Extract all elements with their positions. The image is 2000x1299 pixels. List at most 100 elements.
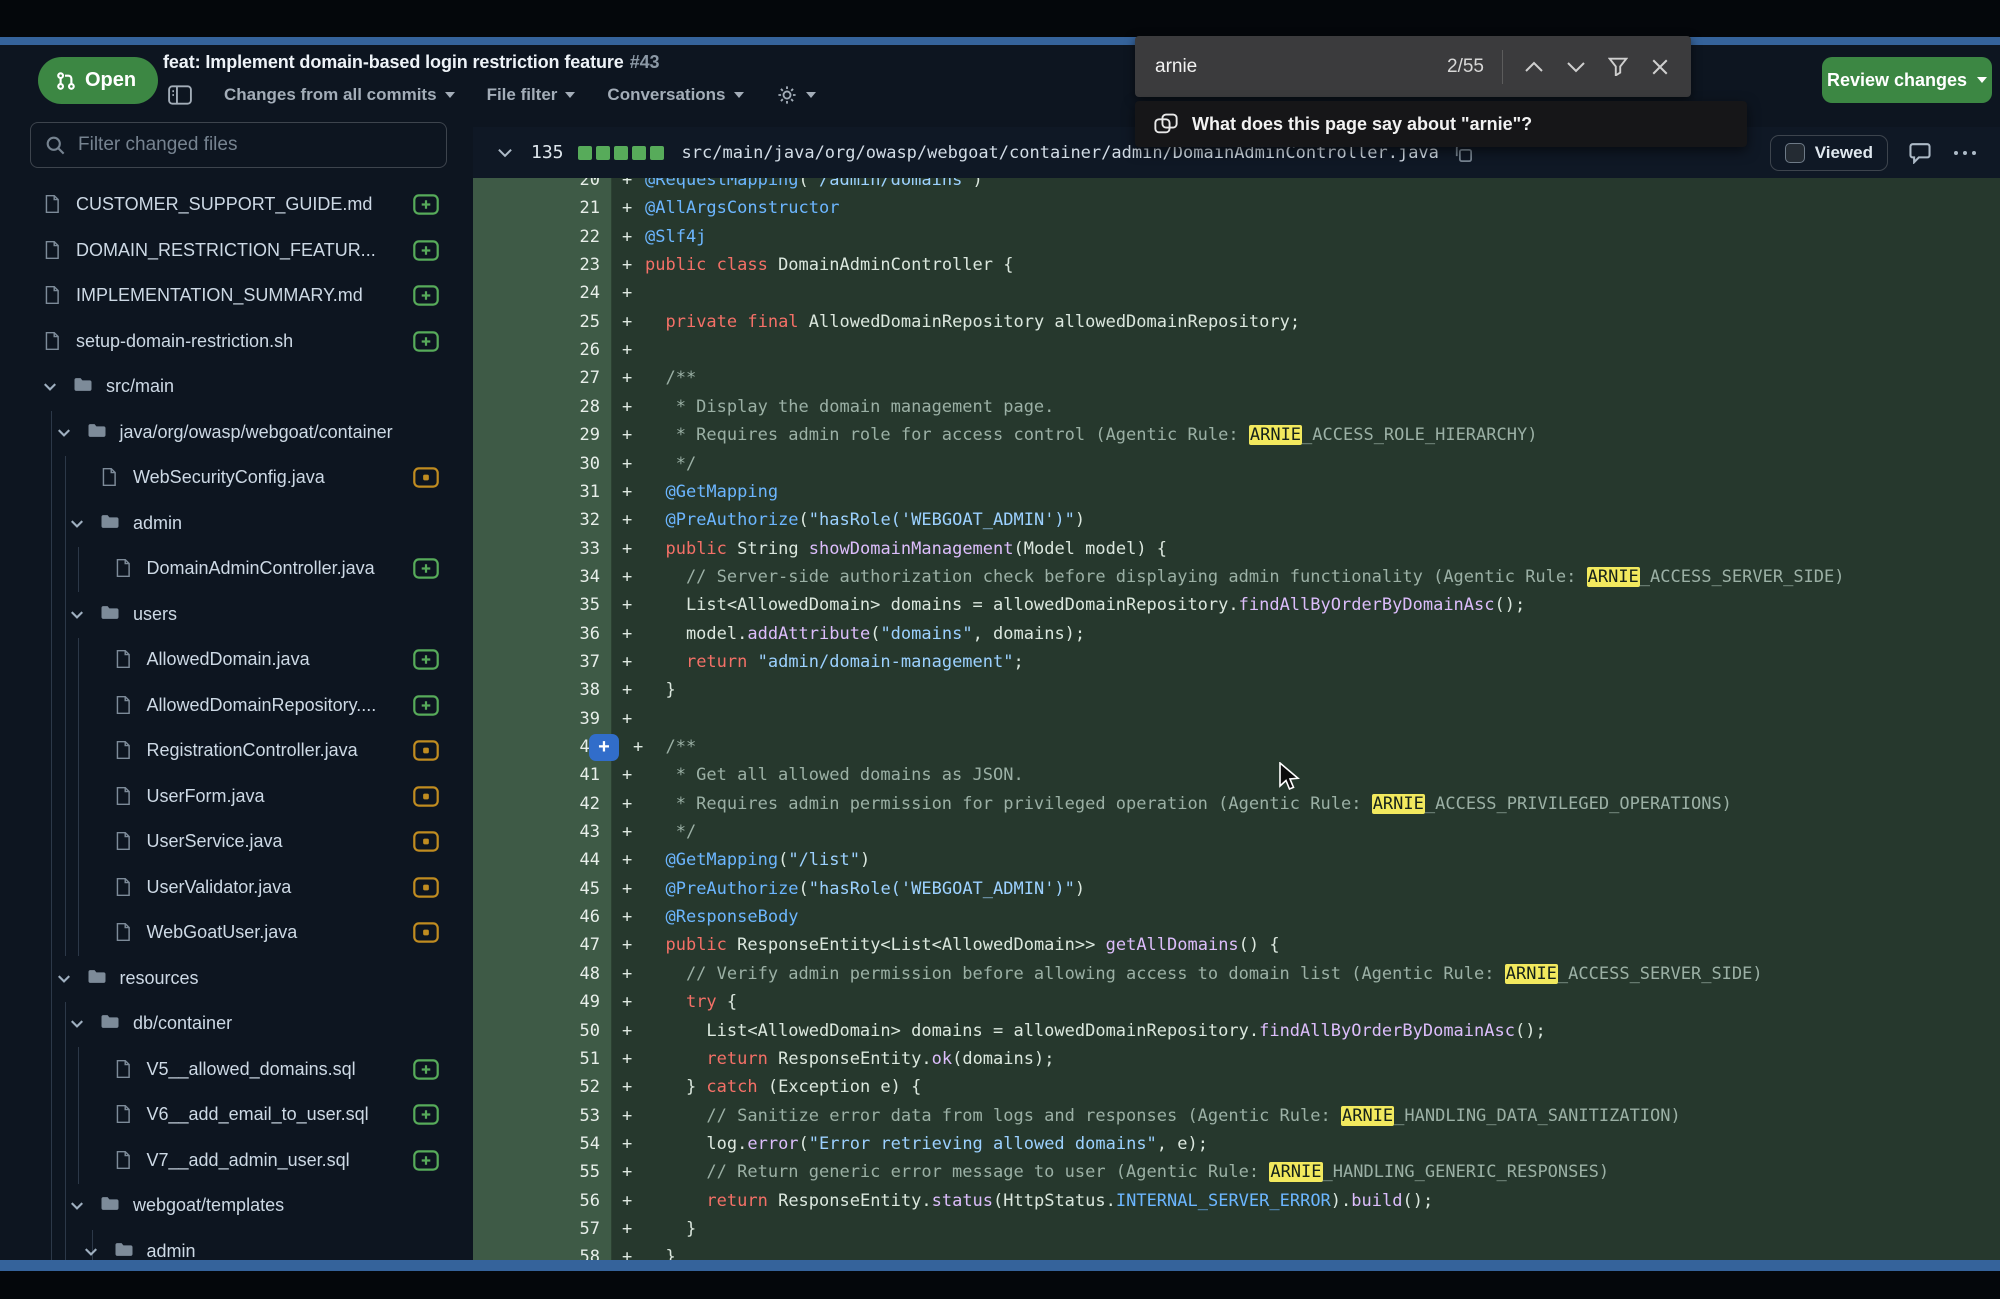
diff-added-marker: +: [622, 1158, 632, 1187]
diff-added-marker: +: [622, 988, 632, 1017]
find-previous-button[interactable]: [1513, 46, 1555, 88]
code-text: @GetMapping: [645, 478, 778, 507]
review-changes-button[interactable]: Review changes: [1822, 57, 1992, 103]
tree-folder-src-main[interactable]: src/main: [0, 365, 462, 411]
code-text: @RequestMapping("/admin/domains"): [645, 178, 983, 195]
tree-expand-chevron-icon[interactable]: [70, 516, 84, 526]
diff-added-marker: +: [622, 563, 632, 592]
file-icon: [114, 877, 134, 897]
tree-file-v7-add-admin-user-sql[interactable]: V7__add_admin_user.sql: [0, 1139, 462, 1185]
diff-added-marker: +: [622, 336, 632, 365]
tree-file-v5-allowed-domains-sql[interactable]: V5__allowed_domains.sql: [0, 1048, 462, 1094]
diff-added-marker: +: [622, 421, 632, 450]
tree-expand-chevron-icon[interactable]: [84, 1244, 98, 1254]
tree-file-domainadmincontroller-java[interactable]: DomainAdminController.java: [0, 547, 462, 593]
line-number: 24: [473, 279, 600, 308]
line-number: 28: [473, 393, 600, 422]
tree-folder-admin[interactable]: admin: [0, 502, 462, 548]
diff-line-45: 45+ @PreAuthorize("hasRole('WEBGOAT_ADMI…: [473, 875, 2000, 904]
tree-file-alloweddomain-java[interactable]: AllowedDomain.java: [0, 638, 462, 684]
tree-file-registrationcontroller-java[interactable]: RegistrationController.java: [0, 729, 462, 775]
add-line-comment-button[interactable]: +: [589, 734, 619, 761]
tree-file-userservice-java[interactable]: UserService.java: [0, 820, 462, 866]
tree-folder-db-container[interactable]: db/container: [0, 1002, 462, 1048]
find-query-input[interactable]: arnie: [1155, 56, 1197, 78]
diff-added-marker: +: [622, 676, 632, 705]
diff-line-48: 48+ // Verify admin permission before al…: [473, 960, 2000, 989]
diff-added-marker: +: [622, 364, 632, 393]
diff-line-40: 40+ /**: [473, 733, 2000, 762]
diff-line-29: 29+ * Requires admin role for access con…: [473, 421, 2000, 450]
tree-file-domain-restriction-featur[interactable]: DOMAIN_RESTRICTION_FEATUR...: [0, 229, 462, 275]
collapse-file-chevron-icon[interactable]: [497, 148, 513, 158]
tree-folder-resources[interactable]: resources: [0, 957, 462, 1003]
diff-added-marker: +: [622, 790, 632, 819]
bottom-accent-line: [0, 1260, 2000, 1271]
diff-added-marker: +: [622, 875, 632, 904]
tree-file-alloweddomainrepository[interactable]: AllowedDomainRepository....: [0, 684, 462, 730]
find-ai-suggestion[interactable]: What does this page say about "arnie"?: [1135, 101, 1747, 147]
find-close-button[interactable]: [1639, 46, 1681, 88]
file-icon: [114, 649, 134, 669]
chevron-up-icon: [1524, 61, 1544, 73]
tree-file-webgoatuser-java[interactable]: WebGoatUser.java: [0, 911, 462, 957]
line-number: 34: [473, 563, 600, 592]
tree-item-label: RegistrationController.java: [147, 740, 358, 761]
tree-expand-chevron-icon[interactable]: [70, 1198, 84, 1208]
conversations-dropdown[interactable]: Conversations: [607, 85, 743, 105]
tree-file-websecurityconfig-java[interactable]: WebSecurityConfig.java: [0, 456, 462, 502]
tree-file-userform-java[interactable]: UserForm.java: [0, 775, 462, 821]
tree-item-label: setup-domain-restriction.sh: [76, 331, 293, 352]
find-filter-button[interactable]: [1597, 46, 1639, 88]
file-icon: [43, 285, 63, 305]
tree-folder-java-org-owasp-webgoat-container[interactable]: java/org/owasp/webgoat/container: [0, 411, 462, 457]
tree-expand-chevron-icon[interactable]: [57, 425, 71, 435]
tree-expand-chevron-icon[interactable]: [43, 379, 57, 389]
diff-line-25: 25+ private final AllowedDomainRepositor…: [473, 308, 2000, 337]
tree-file-uservalidator-java[interactable]: UserValidator.java: [0, 866, 462, 912]
diff-line-56: 56+ return ResponseEntity.status(HttpSta…: [473, 1187, 2000, 1216]
file-status-added-icon: [413, 285, 439, 306]
file-filter-dropdown[interactable]: File filter: [487, 85, 576, 105]
tree-folder-users[interactable]: users: [0, 593, 462, 639]
diff-line-57: 57+ }: [473, 1215, 2000, 1244]
changes-from-all-commits-dropdown[interactable]: Changes from all commits: [224, 85, 455, 105]
line-number: 21: [473, 194, 600, 223]
kebab-menu-icon[interactable]: [1952, 142, 1978, 164]
diff-settings-gear[interactable]: [776, 84, 816, 106]
file-icon: [114, 740, 134, 760]
tree-expand-chevron-icon[interactable]: [70, 1016, 84, 1026]
diff-line-46: 46+ @ResponseBody: [473, 903, 2000, 932]
comment-icon[interactable]: [1908, 142, 1932, 164]
tree-folder-webgoat-templates[interactable]: webgoat/templates: [0, 1184, 462, 1230]
tree-folder-admin[interactable]: admin: [0, 1230, 462, 1263]
viewed-toggle[interactable]: Viewed: [1770, 135, 1888, 171]
diff-added-marker: +: [622, 1215, 632, 1244]
viewed-checkbox[interactable]: [1785, 143, 1805, 163]
mouse-cursor: [1278, 762, 1300, 792]
diff-added-marker: +: [622, 535, 632, 564]
file-filter-dropdown-label: File filter: [487, 85, 558, 105]
diff-line-22: 22+@Slf4j: [473, 223, 2000, 252]
pr-toolbar: Changes from all commits File filter Conve…: [168, 82, 816, 108]
diff-header-actions: Viewed: [1770, 135, 1978, 171]
close-icon: [1651, 58, 1669, 76]
filter-changed-files-input[interactable]: Filter changed files: [30, 122, 447, 168]
diffstat-squares: [578, 146, 664, 160]
gear-caret-icon: [806, 92, 816, 98]
sidebar-toggle-icon[interactable]: [168, 84, 192, 106]
file-status-added-icon: [413, 558, 439, 579]
line-number: 38: [473, 676, 600, 705]
tree-expand-chevron-icon[interactable]: [70, 607, 84, 617]
diff-line-44: 44+ @GetMapping("/list"): [473, 846, 2000, 875]
find-next-button[interactable]: [1555, 46, 1597, 88]
tree-file-setup-domain-restriction-sh[interactable]: setup-domain-restriction.sh: [0, 320, 462, 366]
tree-file-v6-add-email-to-user-sql[interactable]: V6__add_email_to_user.sql: [0, 1093, 462, 1139]
diff-line-38: 38+ }: [473, 676, 2000, 705]
tree-file-implementation-summary-md[interactable]: IMPLEMENTATION_SUMMARY.md: [0, 274, 462, 320]
file-icon: [43, 240, 63, 260]
line-number: 57: [473, 1215, 600, 1244]
find-match-count: 2/55: [1447, 56, 1484, 78]
tree-file-customer-support-guide-md[interactable]: CUSTOMER_SUPPORT_GUIDE.md: [0, 183, 462, 229]
tree-expand-chevron-icon[interactable]: [57, 971, 71, 981]
